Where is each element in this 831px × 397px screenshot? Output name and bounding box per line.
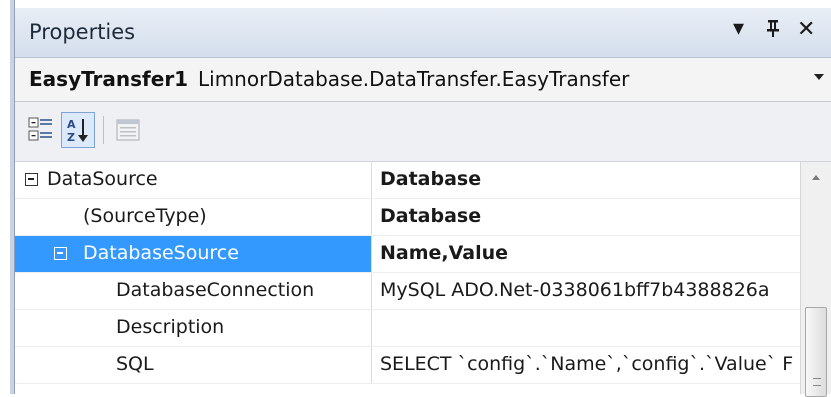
property-name: DatabaseConnection [116, 279, 315, 301]
pin-icon-graphic [767, 20, 779, 37]
property-value: MySQL ADO.Net-0338061bff7b4388826a [380, 279, 770, 301]
property-name-cell[interactable]: SQL [15, 347, 371, 383]
vertical-scrollbar[interactable] [800, 162, 831, 397]
property-value: Name,Value [380, 242, 509, 264]
property-value: Database [380, 168, 482, 190]
object-type: LimnorDatabase.DataTransfer.EasyTransfer [198, 67, 630, 91]
chevron-down-icon[interactable] [814, 74, 824, 80]
property-value-cell[interactable] [372, 310, 800, 346]
property-name-cell[interactable]: DataSource [15, 162, 371, 198]
property-name: Description [116, 316, 225, 338]
property-value: SELECT `config`.`Name`,`config`.`Value` … [380, 353, 794, 375]
property-row-description[interactable]: Description [15, 310, 800, 347]
property-row-databasesource[interactable]: DatabaseSource Name,Value [15, 236, 800, 273]
collapse-icon[interactable] [25, 173, 38, 186]
property-name: SQL [116, 353, 154, 375]
property-value: Database [380, 205, 482, 227]
title-bar[interactable]: Properties ▾ ✕ [15, 8, 831, 58]
property-row-datasource[interactable]: DataSource Database [15, 162, 800, 199]
property-value-cell[interactable]: MySQL ADO.Net-0338061bff7b4388826a [372, 273, 800, 309]
scroll-thumb[interactable] [805, 307, 827, 397]
property-name-cell[interactable]: DatabaseConnection [15, 273, 371, 309]
categorized-button[interactable] [25, 112, 59, 148]
svg-text:Z: Z [67, 131, 75, 144]
window-position-dropdown-icon[interactable]: ▾ [733, 16, 744, 41]
categorized-icon [28, 117, 52, 141]
property-value-cell[interactable]: SELECT `config`.`Name`,`config`.`Value` … [372, 347, 800, 383]
object-name: EasyTransfer1 [29, 67, 189, 91]
scroll-up-arrow-icon[interactable] [812, 175, 820, 180]
property-pages-icon [116, 119, 140, 141]
property-row-databaseconnection[interactable]: DatabaseConnection MySQL ADO.Net-0338061… [15, 273, 800, 310]
toolbar-separator [103, 116, 104, 144]
object-selector[interactable]: EasyTransfer1 LimnorDatabase.DataTransfe… [15, 58, 831, 102]
property-value-cell[interactable]: Name,Value [372, 236, 800, 272]
close-icon[interactable]: ✕ [797, 17, 815, 42]
property-value-cell[interactable]: Database [372, 162, 800, 198]
property-value-cell[interactable]: Database [372, 199, 800, 235]
collapse-icon[interactable] [54, 247, 67, 260]
scroll-grip-icon [813, 378, 821, 386]
property-name-cell[interactable]: (SourceType) [15, 199, 371, 235]
panel-title: Properties [29, 20, 136, 44]
property-pages-button[interactable] [111, 112, 145, 148]
property-name: DataSource [47, 168, 158, 190]
property-row-sourcetype[interactable]: (SourceType) Database [15, 199, 800, 236]
properties-toolbar: A Z [15, 102, 831, 162]
sort-az-icon: A Z [67, 118, 88, 144]
property-row-sql[interactable]: SQL SELECT `config`.`Name`,`config`.`Val… [15, 347, 800, 384]
pin-icon[interactable] [765, 17, 781, 45]
property-name-cell[interactable]: DatabaseSource [15, 236, 371, 272]
property-name: DatabaseSource [83, 242, 239, 264]
properties-window: Properties ▾ ✕ EasyTransfer1 LimnorDatab… [0, 0, 831, 397]
property-name-cell[interactable]: Description [15, 310, 371, 346]
property-grid: DataSource Database (SourceType) Databas… [15, 162, 800, 394]
property-name: (SourceType) [83, 205, 207, 227]
alphabetical-sort-button[interactable]: A Z [61, 112, 95, 148]
svg-text:A: A [67, 118, 76, 131]
